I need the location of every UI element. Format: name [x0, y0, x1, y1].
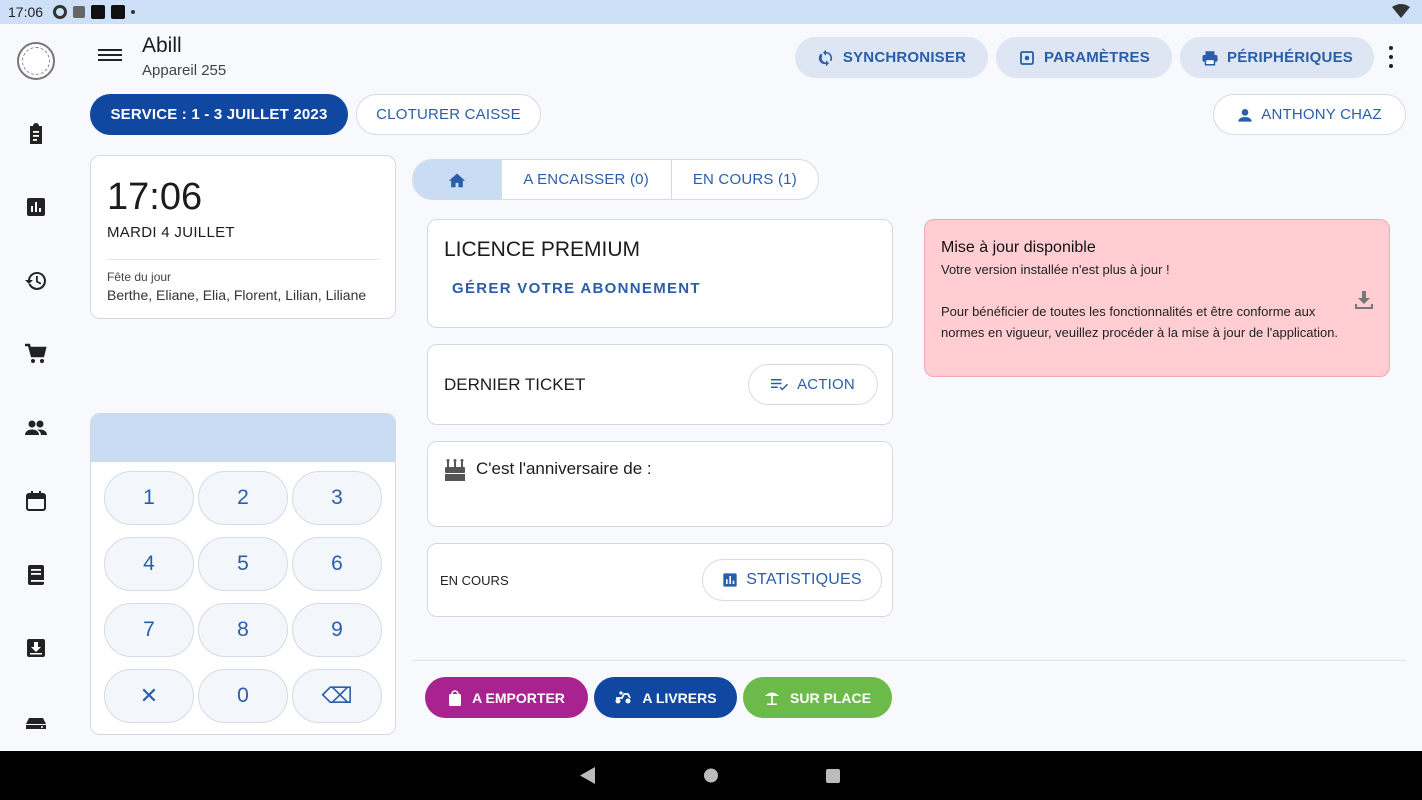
devices-button[interactable]: PÉRIPHÉRIQUES — [1180, 37, 1374, 78]
delivery-icon — [615, 690, 632, 703]
numpad-key-0[interactable]: 0 — [198, 669, 288, 723]
action-label: ACTION — [797, 376, 855, 393]
numpad-key-6[interactable]: 6 — [292, 537, 382, 591]
statistics-button[interactable]: STATISTIQUES — [702, 559, 882, 601]
settings-icon — [1020, 50, 1034, 65]
divider — [412, 660, 1406, 661]
settings-label: PARAMÈTRES — [1044, 49, 1150, 66]
app-logo — [17, 42, 55, 80]
download-icon[interactable] — [1352, 288, 1376, 312]
home-icon — [448, 172, 465, 187]
history-icon[interactable] — [22, 267, 50, 295]
more-notifications-icon — [131, 10, 136, 14]
book-icon[interactable] — [22, 561, 50, 589]
menu-icon[interactable] — [98, 46, 122, 66]
service-label: SERVICE : 1 - 3 JUILLET 2023 — [110, 106, 328, 123]
numpad-key-3[interactable]: 3 — [292, 471, 382, 525]
delivery-label: A LIVRERS — [642, 689, 717, 706]
back-icon[interactable] — [580, 767, 596, 784]
numpad-key-1[interactable]: 1 — [104, 471, 194, 525]
order-tabs: A ENCAISSER (0) EN COURS (1) — [412, 159, 819, 200]
numpad-key-9[interactable]: 9 — [292, 603, 382, 657]
notification-icon — [91, 5, 106, 19]
devices-label: PÉRIPHÉRIQUES — [1227, 49, 1353, 66]
dine-in-button[interactable]: SUR PLACE — [743, 677, 892, 718]
numpad-key-7[interactable]: 7 — [104, 603, 194, 657]
in-progress-label: EN COURS — [440, 573, 509, 588]
sync-status-icon — [53, 5, 68, 19]
checklist-icon — [771, 378, 789, 391]
manage-subscription-link[interactable]: GÉRER VOTRE ABONNEMENT — [452, 280, 701, 297]
drive-icon[interactable] — [22, 708, 50, 736]
status-bar: 17:06 — [0, 0, 1422, 24]
close-register-label: CLOTURER CAISSE — [376, 106, 521, 123]
inbox-download-icon[interactable] — [22, 634, 50, 662]
fete-names: Berthe, Eliane, Elia, Florent, Lilian, L… — [107, 287, 367, 303]
statistics-label: STATISTIQUES — [746, 571, 862, 588]
dine-in-label: SUR PLACE — [790, 689, 871, 706]
tab-home[interactable] — [413, 160, 502, 199]
last-ticket-card: DERNIER TICKET ACTION — [427, 344, 893, 425]
notification-icon — [111, 5, 126, 19]
licence-title: LICENCE PREMIUM — [444, 238, 641, 261]
tab-en-cours[interactable]: EN COURS (1) — [672, 160, 818, 199]
take-away-button[interactable]: A EMPORTER — [425, 677, 588, 718]
user-button[interactable]: ANTHONY CHAZ — [1213, 94, 1406, 135]
numpad-clear-key[interactable]: ✕ — [104, 669, 194, 723]
birthday-text: C'est l'anniversaire de : — [476, 459, 652, 478]
numpad-key-4[interactable]: 4 — [104, 537, 194, 591]
birthday-card: C'est l'anniversaire de : — [427, 441, 893, 527]
wifi-icon — [1392, 4, 1410, 18]
notification-icon — [73, 6, 86, 18]
sync-icon — [818, 49, 832, 66]
update-body: Pour bénéficier de toutes les fonctionna… — [941, 304, 1339, 340]
divider — [107, 259, 379, 260]
sync-button[interactable]: SYNCHRONISER — [795, 37, 988, 78]
numpad-display — [91, 414, 395, 462]
bar-chart-icon[interactable] — [22, 193, 50, 221]
delivery-button[interactable]: A LIVRERS — [594, 677, 737, 718]
cake-icon — [445, 459, 465, 481]
take-away-label: A EMPORTER — [472, 689, 565, 706]
app-title: Abill — [142, 34, 182, 57]
more-options-icon[interactable] — [1385, 46, 1397, 68]
user-name: ANTHONY CHAZ — [1261, 106, 1382, 123]
recents-icon[interactable] — [825, 767, 841, 784]
calendar-icon[interactable] — [22, 487, 50, 515]
clock-time: 17:06 — [107, 176, 203, 218]
in-progress-card: EN COURS STATISTIQUES — [427, 543, 893, 617]
clock-card: 17:06 MARDI 4 JUILLET Fête du jour Berth… — [90, 155, 396, 319]
numpad: 1 2 3 4 5 6 7 8 9 ✕ 0 ⌫ — [90, 413, 396, 735]
bar-chart-icon — [723, 573, 737, 587]
numpad-key-8[interactable]: 8 — [198, 603, 288, 657]
service-button[interactable]: SERVICE : 1 - 3 JUILLET 2023 — [90, 94, 348, 135]
numpad-key-5[interactable]: 5 — [198, 537, 288, 591]
device-name: Appareil 255 — [142, 62, 227, 79]
action-button[interactable]: ACTION — [748, 364, 878, 405]
side-rail — [0, 24, 72, 751]
fete-label: Fête du jour — [107, 270, 172, 284]
update-notice: Mise à jour disponible Votre version ins… — [924, 219, 1390, 377]
tab-a-encaisser[interactable]: A ENCAISSER (0) — [502, 160, 672, 199]
people-icon[interactable] — [22, 414, 50, 442]
clipboard-icon[interactable] — [22, 120, 50, 148]
update-subtitle: Votre version installée n'est plus à jou… — [941, 262, 1170, 277]
backspace-key[interactable]: ⌫ — [292, 669, 382, 723]
user-icon — [1238, 108, 1252, 122]
printer-icon — [1202, 50, 1218, 65]
home-nav-icon[interactable] — [703, 767, 719, 784]
update-title: Mise à jour disponible — [941, 239, 1096, 256]
numpad-key-2[interactable]: 2 — [198, 471, 288, 525]
licence-card: LICENCE PREMIUM GÉRER VOTRE ABONNEMENT — [427, 219, 893, 328]
bag-icon — [449, 689, 462, 706]
status-time: 17:06 — [8, 4, 44, 20]
close-register-button[interactable]: CLOTURER CAISSE — [356, 94, 541, 135]
table-umbrella-icon — [765, 692, 780, 705]
navigation-bar — [0, 751, 1422, 800]
clock-date: MARDI 4 JUILLET — [107, 224, 235, 241]
sync-label: SYNCHRONISER — [842, 49, 967, 66]
cart-icon[interactable] — [22, 340, 50, 368]
settings-button[interactable]: PARAMÈTRES — [996, 37, 1172, 78]
last-ticket-label: DERNIER TICKET — [444, 375, 586, 394]
